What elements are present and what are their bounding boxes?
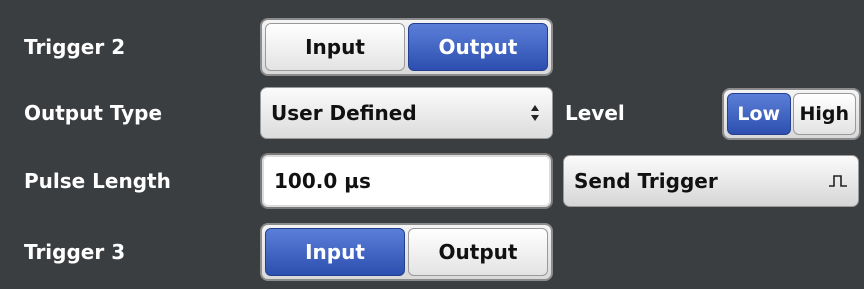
send-trigger-label: Send Trigger xyxy=(574,169,718,193)
output-type-dropdown[interactable]: User Defined xyxy=(260,87,553,139)
level-high-button[interactable]: High xyxy=(792,93,856,135)
pulse-length-input[interactable]: 100.0 µs xyxy=(260,153,553,209)
updown-arrows-icon xyxy=(531,105,539,121)
trigger2-direction-toggle: Input Output xyxy=(260,18,553,76)
trigger2-label: Trigger 2 xyxy=(24,35,126,59)
pulse-length-label: Pulse Length xyxy=(24,169,171,193)
trigger3-label: Trigger 3 xyxy=(24,240,126,264)
level-low-button[interactable]: Low xyxy=(727,93,791,135)
output-type-label: Output Type xyxy=(24,101,163,125)
trigger2-input-button[interactable]: Input xyxy=(265,23,405,71)
pulse-length-value: 100.0 µs xyxy=(274,169,371,193)
pulse-icon xyxy=(829,175,847,187)
level-label: Level xyxy=(565,101,625,125)
trigger3-direction-toggle: Input Output xyxy=(260,223,553,281)
trigger3-input-button[interactable]: Input xyxy=(265,228,405,276)
level-toggle: Low High xyxy=(722,88,861,140)
send-trigger-button[interactable]: Send Trigger xyxy=(563,155,859,207)
trigger-settings-panel: Trigger 2 Input Output Output Type User … xyxy=(0,0,864,289)
output-type-value: User Defined xyxy=(271,101,417,125)
trigger3-output-button[interactable]: Output xyxy=(408,228,548,276)
trigger2-output-button[interactable]: Output xyxy=(408,23,548,71)
